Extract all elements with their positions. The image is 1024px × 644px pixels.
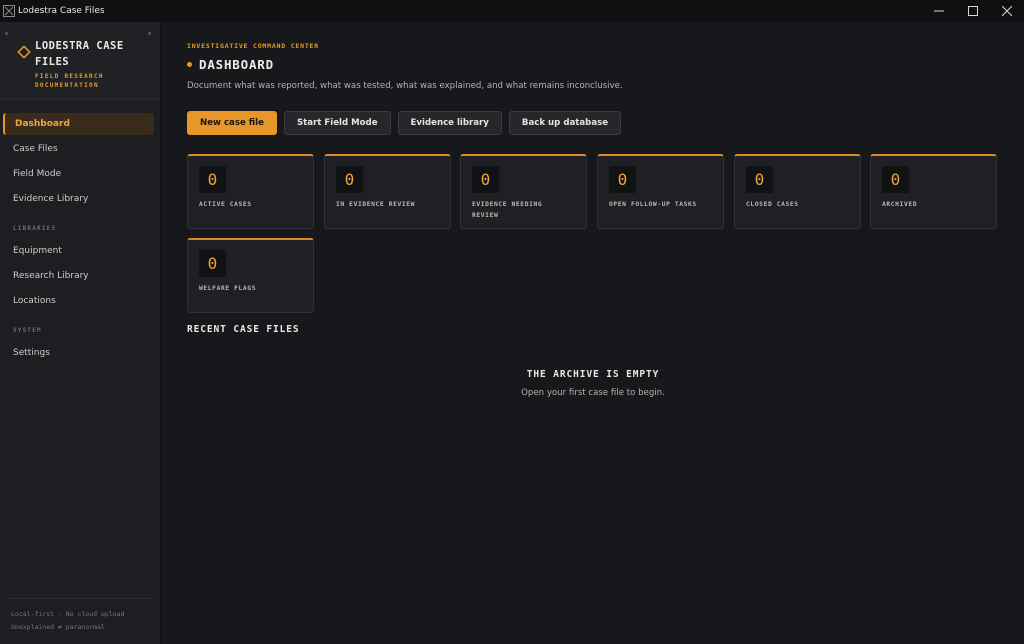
sidebar-item-label: Case Files (13, 144, 58, 154)
section-heading-system: SYSTEM (13, 327, 42, 334)
stat-value: 0 (472, 166, 499, 193)
stat-label: IN EVIDENCE REVIEW (336, 201, 416, 208)
app-icon (3, 5, 15, 17)
minimize-icon (934, 10, 944, 12)
sidebar-divider (8, 598, 152, 599)
window-controls (922, 0, 1024, 22)
recent-case-files-title: RECENT CASE FILES (187, 324, 300, 335)
sidebar-item-evidence-library[interactable]: Evidence Library (3, 188, 154, 210)
corner-dot-left (5, 32, 8, 35)
sidebar-item-case-files[interactable]: Case Files (3, 138, 154, 160)
close-icon (1002, 6, 1012, 16)
corner-dot-right (148, 32, 151, 35)
minimize-button[interactable] (922, 0, 956, 22)
sidebar-item-label: Equipment (13, 246, 62, 256)
footer-note-local: Local-first · No cloud upload (11, 610, 125, 618)
sidebar-item-settings[interactable]: Settings (3, 342, 154, 364)
sidebar-item-label: Field Mode (13, 169, 62, 179)
maximize-button[interactable] (956, 0, 990, 22)
page-title-row: DASHBOARD (187, 57, 274, 72)
stat-value: 0 (746, 166, 773, 193)
stat-value: 0 (199, 250, 226, 277)
empty-state-subtitle: Open your first case file to begin. (521, 388, 665, 398)
stat-label: CLOSED CASES (746, 201, 799, 208)
stat-label: ACTIVE CASES (199, 201, 252, 208)
section-heading-libraries: LIBRARIES (13, 225, 57, 232)
window-titlebar: Lodestra Case Files (0, 0, 1024, 23)
stat-value: 0 (882, 166, 909, 193)
sidebar: LODESTRA CASE FILES FIELD RESEARCH DOCUM… (0, 22, 162, 644)
stat-label: EVIDENCE NEEDING REVIEW (472, 201, 543, 219)
maximize-icon (968, 6, 978, 16)
brand-subtitle: FIELD RESEARCH DOCUMENTATION (35, 73, 104, 89)
stat-label: OPEN FOLLOW-UP TASKS (609, 201, 697, 208)
evidence-library-button[interactable]: Evidence library (397, 111, 502, 135)
diamond-logo-icon (17, 45, 31, 59)
sidebar-item-label: Locations (13, 296, 56, 306)
page-title: DASHBOARD (199, 57, 274, 72)
sidebar-item-label: Research Library (13, 271, 89, 281)
stat-card-welfare-flags[interactable]: 0 WELFARE FLAGS (187, 238, 314, 313)
stat-card-evidence-needing-review[interactable]: 0 EVIDENCE NEEDING REVIEW (460, 154, 587, 229)
stat-value: 0 (336, 166, 363, 193)
stat-label: WELFARE FLAGS (199, 285, 257, 292)
empty-state-title: THE ARCHIVE IS EMPTY (526, 369, 660, 380)
stat-value: 0 (199, 166, 226, 193)
stat-value: 0 (609, 166, 636, 193)
sidebar-item-label: Dashboard (15, 119, 70, 129)
close-button[interactable] (990, 0, 1024, 22)
new-case-file-button[interactable]: New case file (187, 111, 277, 135)
sidebar-item-label: Evidence Library (13, 194, 89, 204)
title-bullet-icon (187, 62, 192, 67)
back-up-database-button[interactable]: Back up database (508, 111, 622, 135)
start-field-mode-button[interactable]: Start Field Mode (283, 111, 391, 135)
brand-title: LODESTRA CASE FILES (35, 40, 124, 68)
stat-label: ARCHIVED (882, 201, 918, 208)
stat-card-open-follow-up-tasks[interactable]: 0 OPEN FOLLOW-UP TASKS (597, 154, 724, 229)
page-description: Document what was reported, what was tes… (187, 81, 623, 91)
window-title: Lodestra Case Files (18, 6, 105, 16)
stat-card-archived[interactable]: 0 ARCHIVED (870, 154, 997, 229)
stat-card-closed-cases[interactable]: 0 CLOSED CASES (734, 154, 861, 229)
main-content: INVESTIGATIVE COMMAND CENTER DASHBOARD D… (162, 22, 1024, 644)
sidebar-item-field-mode[interactable]: Field Mode (3, 163, 154, 185)
page-eyebrow: INVESTIGATIVE COMMAND CENTER (187, 42, 319, 50)
sidebar-item-label: Settings (13, 348, 50, 358)
sidebar-item-locations[interactable]: Locations (3, 290, 154, 312)
sidebar-item-dashboard[interactable]: Dashboard (3, 113, 154, 135)
footer-note-unexplained: Unexplained ≠ paranormal (11, 623, 105, 631)
action-bar: New case file Start Field Mode Evidence … (187, 111, 622, 135)
sidebar-item-research-library[interactable]: Research Library (3, 265, 154, 287)
stat-card-in-evidence-review[interactable]: 0 IN EVIDENCE REVIEW (324, 154, 451, 229)
brand-header: LODESTRA CASE FILES FIELD RESEARCH DOCUM… (0, 22, 160, 100)
stat-card-active-cases[interactable]: 0 ACTIVE CASES (187, 154, 314, 229)
sidebar-item-equipment[interactable]: Equipment (3, 240, 154, 262)
